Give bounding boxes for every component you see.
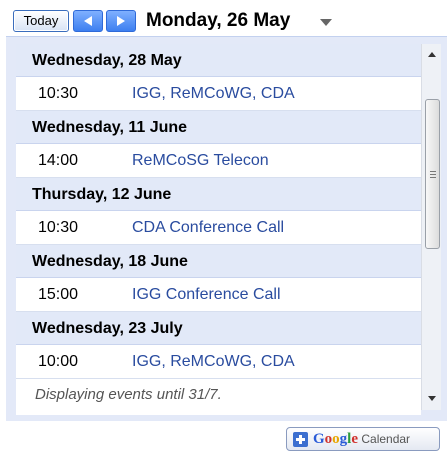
previous-button[interactable]: [73, 10, 103, 32]
plus-icon: [293, 432, 308, 447]
event-row[interactable]: 10:00 IGG, ReMCoWG, CDA: [16, 345, 421, 379]
dropdown-arrow-icon[interactable]: [320, 19, 332, 27]
calendar-toolbar: Today Monday, 26 May: [5, 6, 445, 36]
today-button[interactable]: Today: [13, 10, 69, 32]
scroll-up-button[interactable]: [422, 46, 442, 64]
google-logo: Google: [313, 431, 359, 447]
scroll-thumb[interactable]: [425, 99, 440, 249]
event-row[interactable]: 10:30 IGG, ReMCoWG, CDA: [16, 77, 421, 111]
event-title-link[interactable]: IGG, ReMCoWG, CDA: [132, 77, 295, 110]
google-calendar-button[interactable]: Google Calendar: [286, 427, 440, 451]
day-header: Thursday, 12 June: [16, 178, 421, 211]
scroll-grip-icon: [430, 171, 436, 180]
event-time: 15:00: [38, 286, 79, 303]
event-title-link[interactable]: IGG Conference Call: [132, 278, 281, 311]
vertical-scrollbar[interactable]: [421, 44, 441, 410]
event-title-link[interactable]: ReMCoSG Telecon: [132, 144, 269, 177]
event-title-link[interactable]: IGG, ReMCoWG, CDA: [132, 345, 295, 378]
current-date-title: Monday, 26 May: [146, 10, 291, 31]
event-time: 10:00: [38, 353, 79, 370]
event-row[interactable]: 14:00 ReMCoSG Telecon: [16, 144, 421, 178]
day-header: Wednesday, 18 June: [16, 245, 421, 278]
display-range-note: Displaying events until 31/7.: [16, 379, 421, 415]
day-header: Wednesday, 11 June: [16, 111, 421, 144]
arrow-left-icon: [84, 16, 92, 26]
next-button[interactable]: [106, 10, 136, 32]
agenda-list: Wednesday, 28 May 10:30 IGG, ReMCoWG, CD…: [16, 44, 421, 415]
scroll-down-button[interactable]: [422, 390, 442, 408]
event-time: 10:30: [38, 219, 79, 236]
day-header: Wednesday, 23 July: [16, 312, 421, 345]
event-row[interactable]: 15:00 IGG Conference Call: [16, 278, 421, 312]
event-title-link[interactable]: CDA Conference Call: [132, 211, 284, 244]
day-header: Wednesday, 28 May: [16, 44, 421, 77]
event-time: 10:30: [38, 85, 79, 102]
arrow-right-icon: [117, 16, 125, 26]
chevron-down-icon: [428, 396, 436, 401]
event-row[interactable]: 10:30 CDA Conference Call: [16, 211, 421, 245]
chevron-up-icon: [428, 52, 436, 57]
agenda-panel: Wednesday, 28 May 10:30 IGG, ReMCoWG, CD…: [6, 36, 447, 421]
calendar-label: Calendar: [361, 432, 411, 446]
event-time: 14:00: [38, 152, 79, 169]
